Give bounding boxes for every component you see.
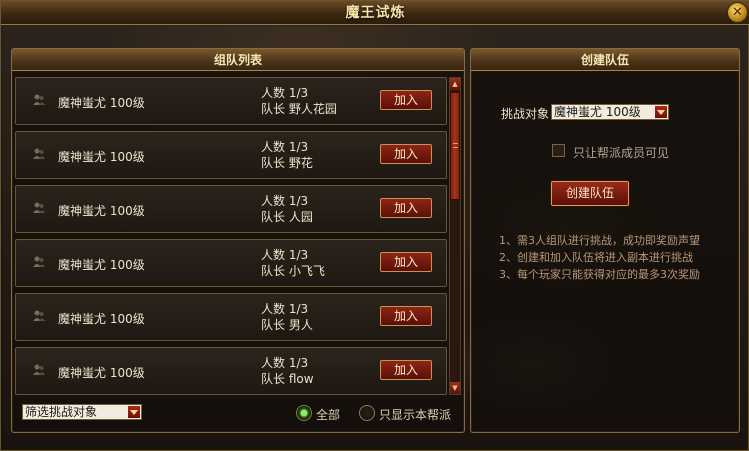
team-leader: 队长 男人	[261, 318, 313, 332]
create-team-button[interactable]: 创建队伍	[551, 181, 629, 206]
team-row: 魔神蚩尤 100级 人数 1/3 队长 人园 加入	[15, 185, 447, 233]
titlebar: 魔王试炼 ✕	[1, 1, 749, 25]
guild-only-label: 只让帮派成员可见	[573, 146, 670, 160]
close-icon: ✕	[732, 5, 743, 20]
boss-name: 魔神蚩尤 100级	[58, 312, 145, 326]
member-count: 人数 1/3	[261, 86, 309, 100]
team-row: 魔神蚩尤 100级 人数 1/3 队长 flow 加入	[15, 347, 447, 395]
person-icon	[33, 310, 45, 321]
target-label: 挑战对象	[501, 107, 550, 121]
team-leader: 队长 flow	[261, 372, 314, 386]
scroll-up-icon[interactable]: ▲	[450, 78, 460, 90]
window-title: 魔王试炼	[345, 5, 406, 21]
close-button[interactable]: ✕	[727, 2, 748, 23]
join-button[interactable]: 加入	[380, 144, 432, 164]
team-row: 魔神蚩尤 100级 人数 1/3 队长 男人 加入	[15, 293, 447, 341]
member-count: 人数 1/3	[261, 248, 309, 262]
dropdown-arrow-icon	[128, 406, 140, 418]
boss-name: 魔神蚩尤 100级	[58, 204, 145, 218]
list-scrollbar[interactable]: ▲ ▼	[449, 77, 461, 395]
team-leader: 队长 野人花园	[261, 102, 337, 116]
target-select-value: 魔神蚩尤 100级	[554, 105, 641, 119]
member-count: 人数 1/3	[261, 194, 309, 208]
filter-target-select[interactable]: 筛选挑战对象	[22, 404, 142, 420]
create-team-panel: 创建队伍 挑战对象 魔神蚩尤 100级 只让帮派成员可见 创建队伍 1、需3人组…	[470, 48, 740, 433]
person-icon	[33, 94, 45, 105]
team-list: 魔神蚩尤 100级 人数 1/3 队长 野人花园 加入 魔神蚩尤 100级 人数…	[15, 77, 447, 395]
team-leader: 队长 人园	[261, 210, 313, 224]
team-row: 魔神蚩尤 100级 人数 1/3 队长 小飞飞 加入	[15, 239, 447, 287]
member-count: 人数 1/3	[261, 356, 309, 370]
radio-guild-indicator	[359, 405, 375, 421]
member-count: 人数 1/3	[261, 140, 309, 154]
join-button[interactable]: 加入	[380, 252, 432, 272]
create-team-title: 创建队伍	[471, 49, 739, 71]
target-select[interactable]: 魔神蚩尤 100级	[551, 104, 669, 120]
team-list-panel: 组队列表 魔神蚩尤 100级 人数 1/3 队长 野人花园 加入 魔神蚩尤 10…	[11, 48, 465, 433]
boss-name: 魔神蚩尤 100级	[58, 96, 145, 110]
scroll-down-icon[interactable]: ▼	[450, 382, 460, 394]
join-button[interactable]: 加入	[380, 198, 432, 218]
join-button[interactable]: 加入	[380, 306, 432, 326]
join-button[interactable]: 加入	[380, 90, 432, 110]
dropdown-arrow-icon	[655, 106, 667, 118]
tip-line: 3、每个玩家只能获得对应的最多3次奖励	[499, 268, 700, 281]
radio-all-label: 全部	[316, 408, 341, 422]
person-icon	[33, 364, 45, 375]
trial-window: 魔王试炼 ✕ 组队列表 魔神蚩尤 100级 人数 1/3 队长 野人花园 加入 …	[0, 0, 749, 451]
team-row: 魔神蚩尤 100级 人数 1/3 队长 野人花园 加入	[15, 77, 447, 125]
join-button[interactable]: 加入	[380, 360, 432, 380]
boss-name: 魔神蚩尤 100级	[58, 150, 145, 164]
filter-target-value: 筛选挑战对象	[25, 405, 98, 419]
person-icon	[33, 202, 45, 213]
radio-all-indicator	[296, 405, 312, 421]
member-count: 人数 1/3	[261, 302, 309, 316]
tip-line: 1、需3人组队进行挑战，成功即奖励声望	[499, 234, 700, 247]
radio-guild-label: 只显示本帮派	[379, 408, 452, 422]
tip-line: 2、创建和加入队伍将进入副本进行挑战	[499, 251, 693, 264]
boss-name: 魔神蚩尤 100级	[58, 366, 145, 380]
guild-only-checkbox[interactable]	[552, 144, 565, 157]
team-leader: 队长 小飞飞	[261, 264, 325, 278]
boss-name: 魔神蚩尤 100级	[58, 258, 145, 272]
scroll-thumb[interactable]	[450, 92, 460, 200]
team-leader: 队长 野花	[261, 156, 313, 170]
team-row: 魔神蚩尤 100级 人数 1/3 队长 野花 加入	[15, 131, 447, 179]
person-icon	[33, 148, 45, 159]
team-list-title: 组队列表	[12, 49, 464, 71]
person-icon	[33, 256, 45, 267]
